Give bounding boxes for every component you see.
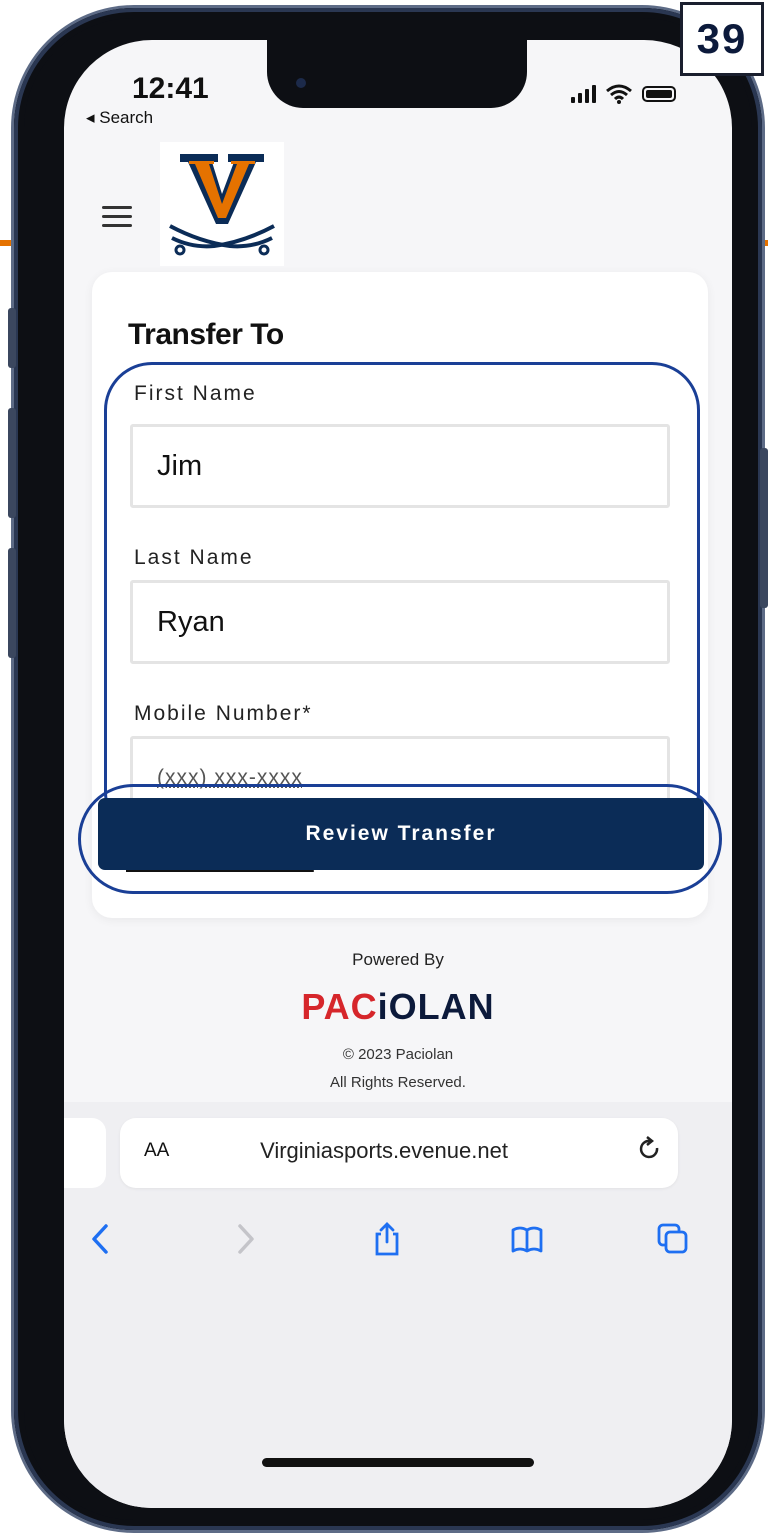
forward-icon[interactable] <box>228 1222 262 1256</box>
text-size-button[interactable]: AA <box>144 1140 169 1162</box>
phone-power-button <box>760 448 768 608</box>
tabs-icon[interactable] <box>656 1222 690 1256</box>
fields-highlight-outline <box>104 362 700 840</box>
phone-side-button <box>8 548 16 658</box>
phone-side-button <box>8 308 16 368</box>
notch <box>267 40 527 108</box>
previous-tab-preview[interactable] <box>64 1118 106 1188</box>
paciolan-logo[interactable]: PACiOLAN <box>64 986 732 1028</box>
home-indicator[interactable] <box>262 1458 534 1467</box>
share-icon[interactable] <box>370 1222 404 1256</box>
v-sabres-logo-icon <box>169 154 275 256</box>
hamburger-menu-icon[interactable] <box>102 206 132 227</box>
phone-screen: 12:41 ◂ Search Transfer To First Name Ji… <box>64 40 732 1508</box>
review-transfer-button[interactable]: Review Transfer <box>98 798 704 870</box>
paciolan-logo-part1: PAC <box>301 986 378 1027</box>
url-text[interactable]: Virginiasports.evenue.net <box>184 1138 584 1164</box>
status-icons <box>571 84 676 104</box>
virginia-logo[interactable] <box>160 142 284 266</box>
reload-icon[interactable] <box>638 1136 662 1162</box>
copyright-text: © 2023 Paciolan <box>342 1046 454 1063</box>
phone-frame: 12:41 ◂ Search Transfer To First Name Ji… <box>8 8 768 1530</box>
paciolan-logo-part2: iOLAN <box>377 986 495 1027</box>
rights-reserved-text: All Rights Reserved. <box>330 1074 466 1091</box>
camera-icon <box>296 78 306 88</box>
battery-icon <box>642 86 676 102</box>
form-title: Transfer To <box>128 318 284 351</box>
back-to-search-link[interactable]: ◂ Search <box>86 108 153 128</box>
back-icon[interactable] <box>84 1222 118 1256</box>
status-time: 12:41 <box>132 72 209 105</box>
phone-side-button <box>8 408 16 518</box>
signal-icon <box>571 85 596 103</box>
page-number-badge: 39 <box>680 2 764 76</box>
wifi-icon <box>606 84 632 104</box>
powered-by-text: Powered By <box>352 950 444 969</box>
bookmarks-icon[interactable] <box>510 1222 544 1256</box>
